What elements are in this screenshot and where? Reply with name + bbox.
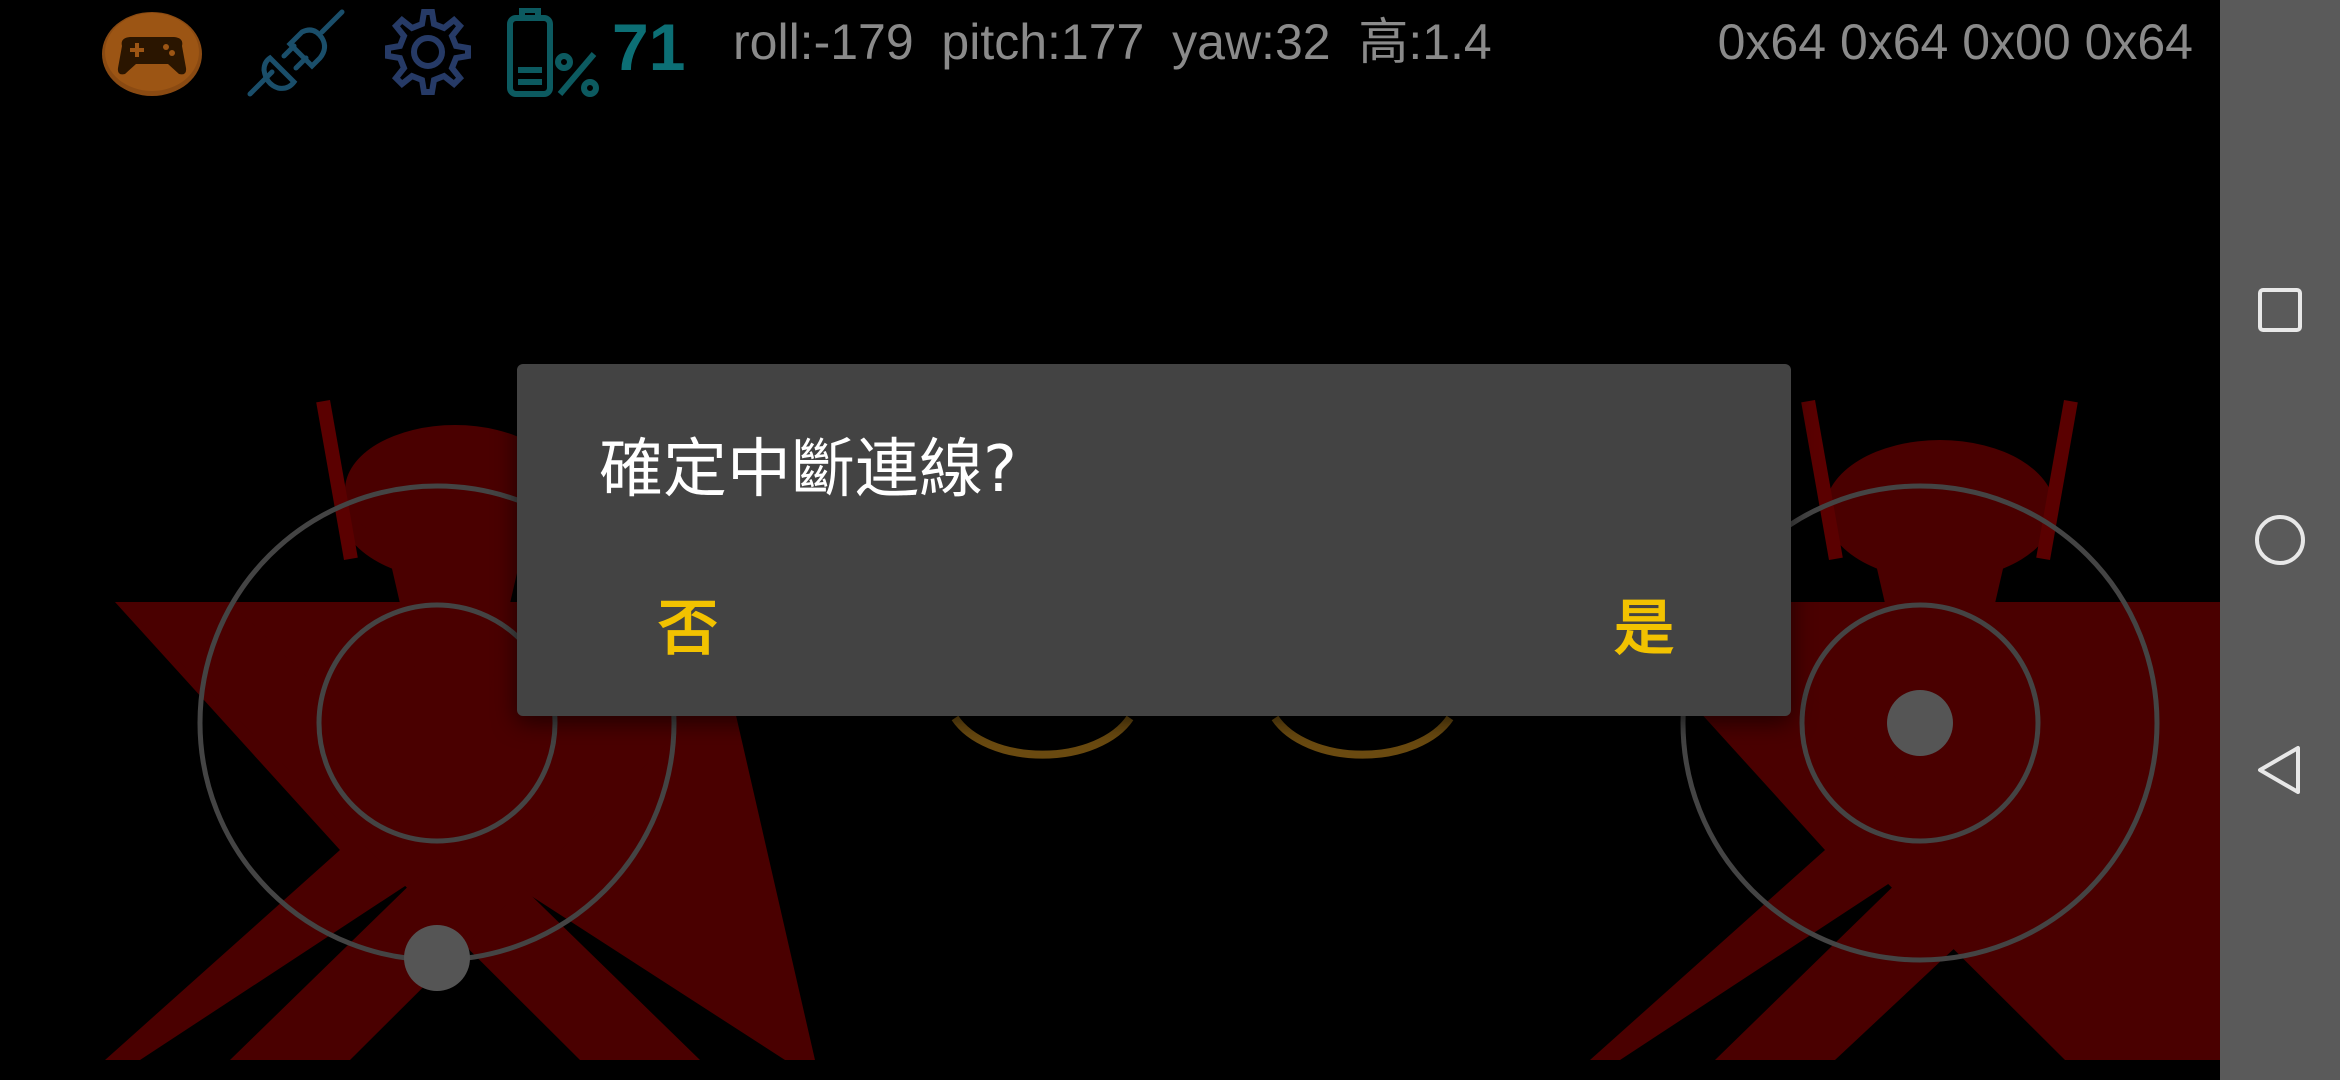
top-status-bar: 71 roll:-179 pitch:177 yaw:32 高:1.4 0x64…	[0, 0, 2220, 98]
recents-icon[interactable]	[2240, 270, 2320, 350]
home-icon[interactable]	[2240, 500, 2320, 580]
telemetry-readout: roll:-179 pitch:177 yaw:32 高:1.4	[733, 14, 1492, 70]
back-icon[interactable]	[2240, 730, 2320, 810]
navigation-bar	[2220, 0, 2340, 1080]
no-button[interactable]: 否	[633, 584, 743, 674]
link-icon[interactable]	[244, 8, 348, 98]
gamepad-icon[interactable]	[100, 8, 204, 98]
app-screen: 71 roll:-179 pitch:177 yaw:32 高:1.4 0x64…	[0, 0, 2340, 1080]
left-joystick-knob[interactable]	[404, 925, 470, 991]
disconnect-dialog: 確定中斷連線? 否 是	[517, 364, 1791, 716]
decor-arc-right	[1271, 715, 1454, 759]
decor-arc-left	[951, 715, 1134, 759]
yes-button[interactable]: 是	[1589, 584, 1699, 674]
dialog-title: 確定中斷連線?	[599, 433, 1017, 507]
battery-level: 71	[612, 10, 686, 84]
battery-icon	[502, 8, 602, 98]
gear-icon[interactable]	[376, 8, 480, 98]
right-joystick-knob[interactable]	[1887, 690, 1953, 756]
hex-readout: 0x64 0x64 0x00 0x64	[1717, 14, 2193, 70]
